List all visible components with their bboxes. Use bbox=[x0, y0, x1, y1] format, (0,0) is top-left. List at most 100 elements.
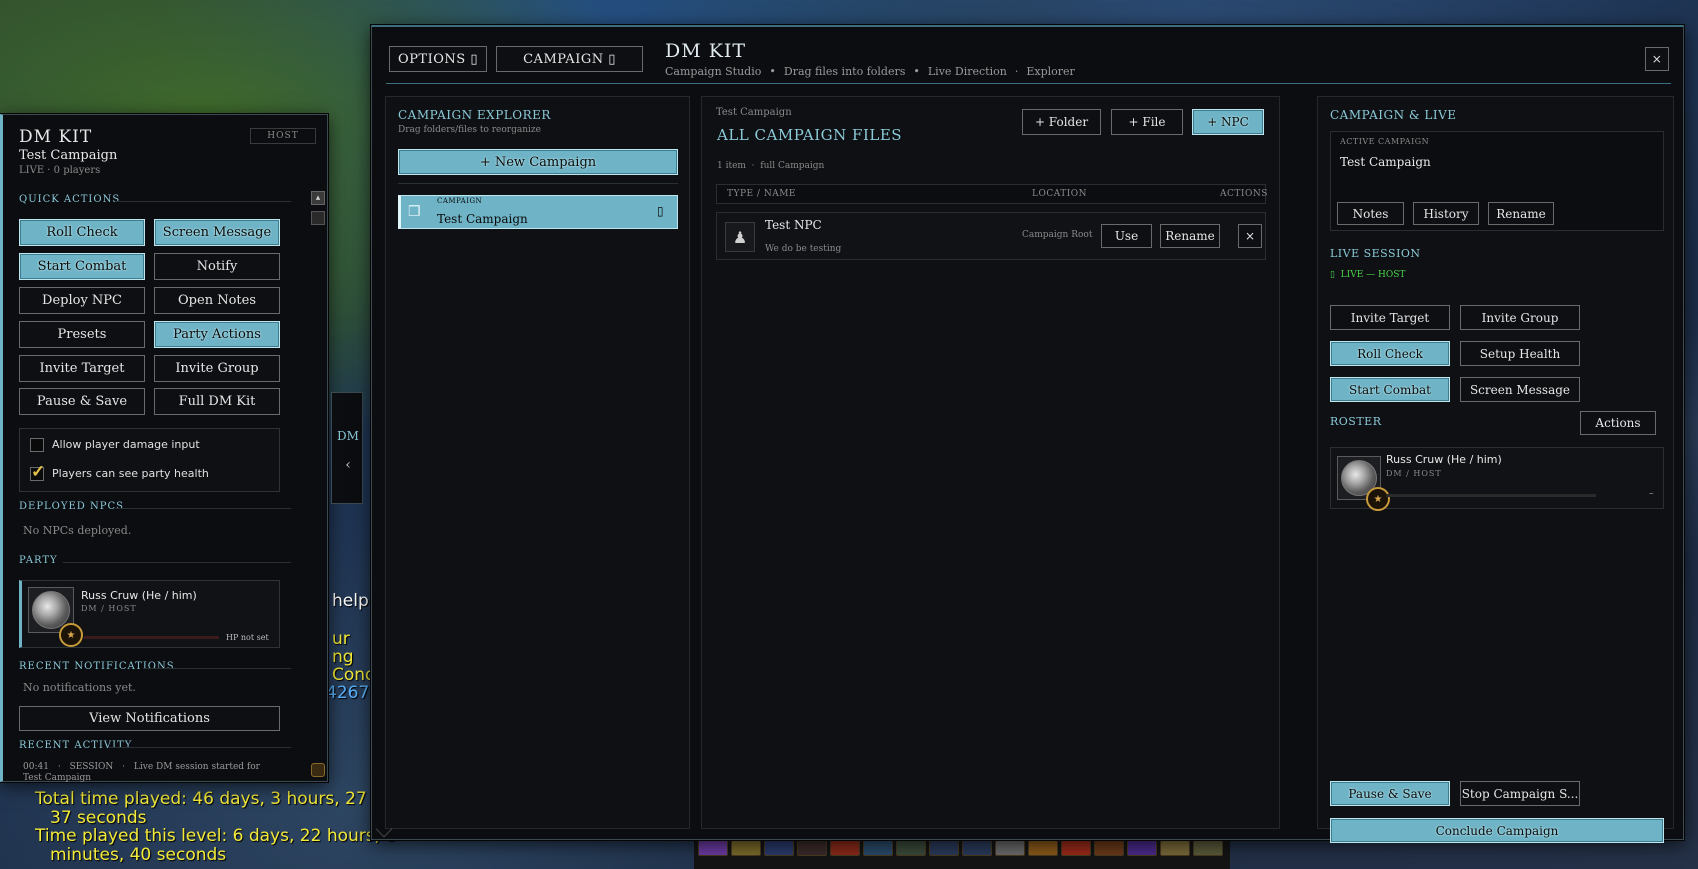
pause-save-button[interactable]: Pause & Save bbox=[19, 388, 145, 415]
action-slot[interactable] bbox=[1127, 840, 1157, 856]
live-setup-health-button[interactable]: Setup Health bbox=[1460, 341, 1580, 366]
damage-input-label: Allow player damage input bbox=[52, 438, 200, 451]
new-campaign-button[interactable]: + New Campaign bbox=[398, 149, 678, 175]
start-combat-button[interactable]: Start Combat bbox=[19, 253, 145, 280]
live-session-heading: LIVE SESSION bbox=[1330, 247, 1421, 260]
use-button[interactable]: Use bbox=[1101, 224, 1152, 248]
deployed-npcs-empty: No NPCs deployed. bbox=[23, 524, 132, 537]
action-slot[interactable] bbox=[1160, 840, 1190, 856]
files-breadcrumb[interactable]: Test Campaign bbox=[716, 107, 792, 118]
conclude-campaign-button[interactable]: Conclude Campaign bbox=[1330, 818, 1664, 843]
action-slot[interactable] bbox=[1061, 840, 1091, 856]
action-slot[interactable] bbox=[863, 840, 893, 856]
roster-heading: ROSTER bbox=[1330, 415, 1382, 428]
explorer-hint: Drag folders/files to reorganize bbox=[398, 125, 541, 135]
roll-check-button[interactable]: Roll Check bbox=[19, 219, 145, 246]
explorer-title: CAMPAIGN EXPLORER bbox=[398, 108, 551, 122]
chat-line: Time played this level: 6 days, 22 hours… bbox=[35, 826, 397, 846]
add-npc-button[interactable]: + NPC bbox=[1192, 109, 1264, 135]
action-slot[interactable] bbox=[1094, 840, 1124, 856]
action-slot[interactable] bbox=[797, 840, 827, 856]
sidebar-campaign-name: Test Campaign bbox=[19, 148, 118, 163]
deployed-npcs-heading: DEPLOYED NPCS bbox=[19, 501, 124, 512]
scroll-up-icon[interactable]: ▴ bbox=[311, 191, 325, 205]
action-slot[interactable] bbox=[1028, 840, 1058, 856]
rename-button[interactable]: Rename bbox=[1160, 224, 1220, 248]
drag-handle-icon[interactable]: ▯ bbox=[657, 204, 664, 218]
active-campaign-name: Test Campaign bbox=[1340, 155, 1431, 169]
full-dm-kit-button[interactable]: Full DM Kit bbox=[154, 388, 280, 415]
live-invite-target-button[interactable]: Invite Target bbox=[1330, 305, 1450, 330]
action-slot[interactable] bbox=[962, 840, 992, 856]
add-file-button[interactable]: + File bbox=[1111, 109, 1183, 135]
roster-member-card[interactable]: ★ Russ Cruw (He / him) DM / HOST – bbox=[1330, 447, 1664, 511]
live-roll-check-button[interactable]: Roll Check bbox=[1330, 341, 1450, 366]
party-heading: PARTY bbox=[19, 555, 58, 566]
action-slot[interactable] bbox=[764, 840, 794, 856]
view-notifications-button[interactable]: View Notifications bbox=[19, 706, 280, 731]
add-folder-button[interactable]: + Folder bbox=[1022, 109, 1101, 135]
action-slot[interactable] bbox=[995, 840, 1025, 856]
live-screen-message-button[interactable]: Screen Message bbox=[1460, 377, 1580, 402]
open-notes-button[interactable]: Open Notes bbox=[154, 287, 280, 314]
close-button[interactable]: × bbox=[1645, 47, 1669, 71]
roster-member-dash: – bbox=[1649, 489, 1654, 499]
roster-actions-button[interactable]: Actions bbox=[1580, 411, 1656, 435]
party-actions-button[interactable]: Party Actions bbox=[154, 321, 280, 348]
deploy-npc-button[interactable]: Deploy NPC bbox=[19, 287, 145, 314]
side-tab-label: DM bbox=[337, 429, 359, 443]
dm-side-tab[interactable]: DM ‹ bbox=[331, 392, 363, 504]
stop-campaign-session-button[interactable]: Stop Campaign S... bbox=[1460, 781, 1580, 806]
delete-button[interactable]: × bbox=[1238, 224, 1262, 248]
notes-button[interactable]: Notes bbox=[1337, 202, 1404, 225]
party-member-card[interactable]: ★ Russ Cruw (He / him) DM / HOST HP not … bbox=[19, 580, 280, 648]
action-slot[interactable] bbox=[830, 840, 860, 856]
checkmark-icon: ✓ bbox=[31, 462, 46, 482]
live-invite-group-button[interactable]: Invite Group bbox=[1460, 305, 1580, 330]
action-slot[interactable] bbox=[731, 840, 761, 856]
screen-message-button[interactable]: Screen Message bbox=[154, 219, 280, 246]
campaign-menu-button[interactable]: CAMPAIGN ▯ bbox=[496, 46, 643, 72]
scrollbar-thumb[interactable] bbox=[311, 211, 325, 225]
campaign-explorer-panel: CAMPAIGN EXPLORER Drag folders/files to … bbox=[385, 96, 690, 829]
party-member-name: Russ Cruw (He / him) bbox=[81, 589, 197, 602]
history-button[interactable]: History bbox=[1413, 202, 1479, 225]
action-slot[interactable] bbox=[1193, 840, 1223, 856]
sidebar-status: LIVE · 0 players bbox=[19, 165, 101, 176]
dm-kit-sidebar: DM KIT HOST Test Campaign LIVE · 0 playe… bbox=[0, 114, 328, 782]
table-row[interactable]: ♟ Test NPC We do be testing Campaign Roo… bbox=[716, 212, 1266, 260]
action-slot[interactable] bbox=[929, 840, 959, 856]
rename-campaign-button[interactable]: Rename bbox=[1488, 202, 1554, 225]
collapse-arrow-icon[interactable]: ‹ bbox=[336, 457, 360, 473]
column-location: LOCATION bbox=[1032, 189, 1088, 199]
window-title: DM KIT bbox=[665, 40, 747, 62]
campaign-files-panel: Test Campaign ALL CAMPAIGN FILES + Folde… bbox=[701, 96, 1280, 829]
live-start-combat-button[interactable]: Start Combat bbox=[1330, 377, 1450, 402]
action-slot[interactable] bbox=[896, 840, 926, 856]
chat-line: ur bbox=[332, 629, 350, 649]
column-type-name: TYPE / NAME bbox=[727, 189, 796, 199]
campaign-tree-item[interactable]: ❒ CAMPAIGN Test Campaign ▯ bbox=[398, 195, 678, 229]
activity-text: Live DM session started for bbox=[133, 762, 260, 772]
npc-name: Test NPC bbox=[765, 218, 822, 232]
game-action-bar bbox=[694, 838, 1230, 869]
dm-kit-main-window: OPTIONS ▯ CAMPAIGN ▯ DM KIT Campaign Stu… bbox=[371, 25, 1684, 843]
sidebar-title: DM KIT bbox=[19, 127, 93, 147]
campaign-item-name: Test Campaign bbox=[437, 212, 528, 226]
invite-target-button[interactable]: Invite Target bbox=[19, 355, 145, 382]
options-menu-button[interactable]: OPTIONS ▯ bbox=[389, 46, 487, 72]
resize-grip-icon[interactable] bbox=[311, 763, 325, 777]
notify-button[interactable]: Notify bbox=[154, 253, 280, 280]
role-ring-icon: ★ bbox=[59, 623, 83, 647]
party-health-checkbox[interactable]: ✓ bbox=[30, 462, 45, 482]
chat-line: minutes, 40 seconds bbox=[50, 845, 227, 865]
recent-notifications-heading: RECENT NOTIFICATIONS bbox=[19, 661, 175, 672]
party-member-role: DM / HOST bbox=[81, 604, 137, 613]
invite-group-button[interactable]: Invite Group bbox=[154, 355, 280, 382]
recent-activity-heading: RECENT ACTIVITY bbox=[19, 740, 133, 751]
action-slot[interactable] bbox=[698, 840, 728, 856]
files-count: 1 item · full Campaign bbox=[717, 161, 825, 171]
presets-button[interactable]: Presets bbox=[19, 321, 145, 348]
damage-input-checkbox[interactable] bbox=[30, 438, 44, 452]
live-pause-save-button[interactable]: Pause & Save bbox=[1330, 781, 1450, 806]
